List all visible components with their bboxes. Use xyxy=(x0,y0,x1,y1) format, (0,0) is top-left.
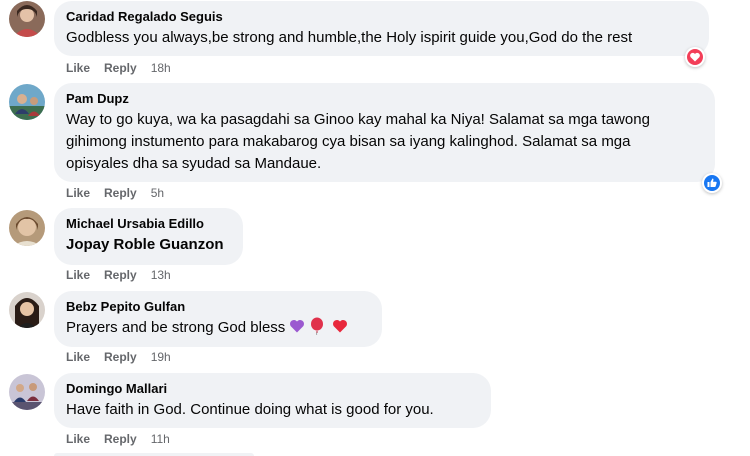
reply-button[interactable]: Reply xyxy=(104,61,137,75)
comment-author[interactable]: Domingo Mallari xyxy=(66,380,479,397)
comment-text-line: gihimong instumento para makabarog cya b… xyxy=(66,133,631,150)
comment-text-content: Prayers and be strong God bless xyxy=(66,319,286,336)
timestamp[interactable]: 18h xyxy=(151,61,171,75)
comment-actions: Like Reply 19h xyxy=(66,350,171,364)
comment-text: Prayers and be strong God bless xyxy=(66,317,370,341)
purple-heart-icon xyxy=(288,317,306,341)
timestamp[interactable]: 5h xyxy=(151,186,164,200)
comment-bubble: Domingo Mallari Have faith in God. Conti… xyxy=(54,373,491,428)
comment-text: Godbless you always,be strong and humble… xyxy=(66,29,633,46)
like-button[interactable]: Like xyxy=(66,268,90,282)
timestamp[interactable]: 11h xyxy=(151,432,170,446)
timestamp[interactable]: 13h xyxy=(151,268,171,282)
reply-button[interactable]: Reply xyxy=(104,268,137,282)
comment-bubble: Bebz Pepito Gulfan Prayers and be strong… xyxy=(54,291,382,347)
comment-author[interactable]: Caridad Regalado Seguis xyxy=(66,8,697,25)
avatar[interactable] xyxy=(9,84,45,120)
comment-bubble: Michael Ursabia Edillo Jopay Roble Guanz… xyxy=(54,208,243,265)
like-button[interactable]: Like xyxy=(66,186,90,200)
comment-actions: Like Reply 11h xyxy=(66,432,170,446)
avatar[interactable] xyxy=(9,210,45,246)
comment-actions: Like Reply 18h xyxy=(66,61,171,75)
avatar[interactable] xyxy=(9,374,45,410)
like-button[interactable]: Like xyxy=(66,432,90,446)
comment-author[interactable]: Pam Dupz xyxy=(66,90,703,107)
comment-text-line: Way to go kuya, wa ka pasagdahi sa Ginoo… xyxy=(66,111,650,128)
like-button[interactable]: Like xyxy=(66,350,90,364)
avatar[interactable] xyxy=(9,292,45,328)
timestamp[interactable]: 19h xyxy=(151,350,171,364)
love-reaction-icon[interactable] xyxy=(685,47,705,67)
avatar[interactable] xyxy=(9,1,45,37)
comment-mention[interactable]: Jopay Roble Guanzon xyxy=(66,234,231,255)
comment-text-line: opisyales dha sa syudad sa Mandaue. xyxy=(66,155,322,172)
reply-button[interactable]: Reply xyxy=(104,432,137,446)
comment-actions: Like Reply 5h xyxy=(66,186,164,200)
reply-button[interactable]: Reply xyxy=(104,350,137,364)
comment-author[interactable]: Bebz Pepito Gulfan xyxy=(66,298,370,315)
comment-bubble: Caridad Regalado Seguis Godbless you alw… xyxy=(54,1,709,56)
like-reaction-icon[interactable] xyxy=(702,173,722,193)
comment-author[interactable]: Michael Ursabia Edillo xyxy=(66,215,231,232)
red-heart-icon xyxy=(331,317,349,341)
comment-bubble: Pam Dupz Way to go kuya, wa ka pasagdahi… xyxy=(54,83,715,182)
comment-actions: Like Reply 13h xyxy=(66,268,171,282)
like-button[interactable]: Like xyxy=(66,61,90,75)
balloon-icon xyxy=(309,317,325,341)
reply-button[interactable]: Reply xyxy=(104,186,137,200)
comment-text: Have faith in God. Continue doing what i… xyxy=(66,401,434,418)
